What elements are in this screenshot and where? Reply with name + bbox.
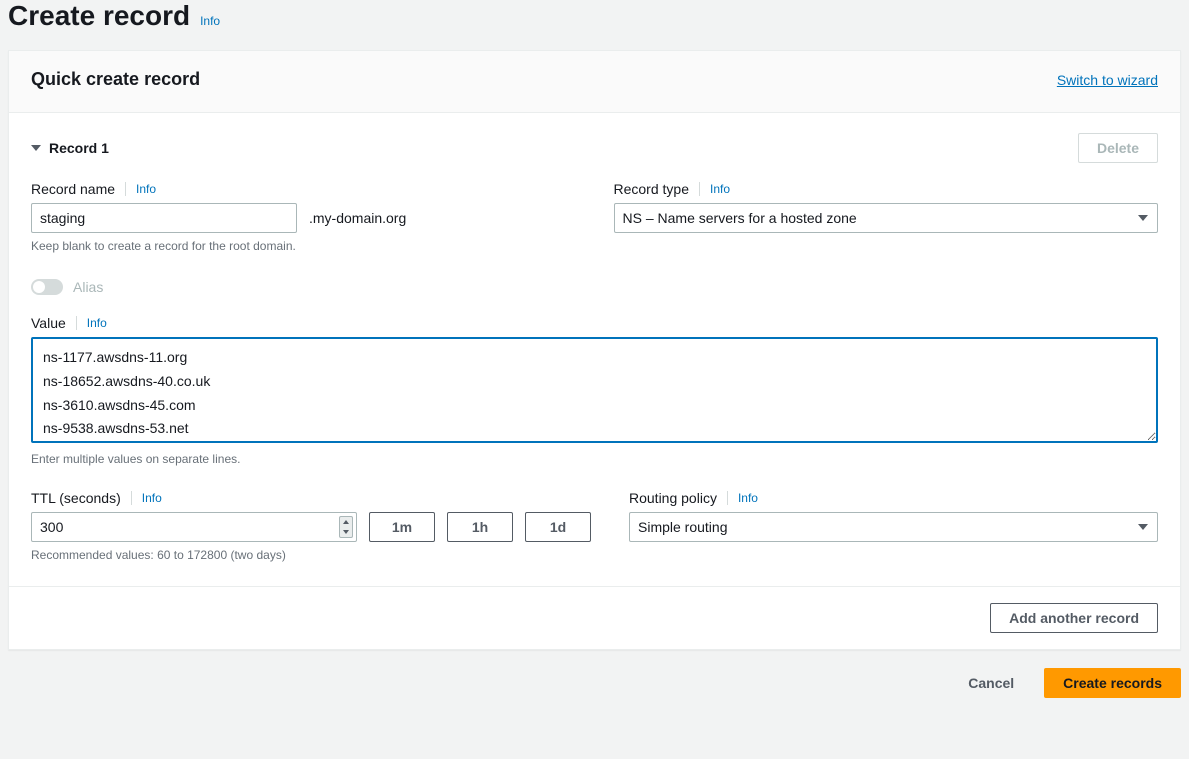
divider: [76, 316, 77, 330]
divider: [699, 182, 700, 196]
record-name-label: Record name: [31, 181, 115, 197]
ttl-input[interactable]: [31, 512, 357, 542]
divider: [125, 182, 126, 196]
value-textarea[interactable]: [31, 337, 1158, 443]
ttl-1d-button[interactable]: 1d: [525, 512, 591, 542]
alias-row: Alias: [31, 279, 1158, 295]
record-name-info-link[interactable]: Info: [136, 182, 156, 196]
record-type-field: Record type Info NS – Name servers for a…: [614, 181, 1159, 253]
value-label: Value: [31, 315, 66, 331]
row-name-type: Record name Info .my-domain.org Keep bla…: [31, 181, 1158, 253]
panel-title: Quick create record: [31, 69, 200, 90]
page-actions: Cancel Create records: [0, 650, 1189, 710]
page-title: Create record: [8, 0, 190, 32]
ttl-label: TTL (seconds): [31, 490, 121, 506]
record-type-select[interactable]: NS – Name servers for a hosted zone: [614, 203, 1159, 233]
spinner-up-icon[interactable]: [340, 517, 352, 527]
add-another-record-button[interactable]: Add another record: [990, 603, 1158, 633]
panel-body: Record 1 Delete Record name Info .my-dom…: [9, 113, 1180, 586]
caret-down-icon: [31, 145, 41, 151]
alias-toggle[interactable]: [31, 279, 63, 295]
domain-suffix: .my-domain.org: [309, 210, 406, 226]
page-title-info-link[interactable]: Info: [200, 14, 220, 28]
divider: [727, 491, 728, 505]
quick-create-panel: Quick create record Switch to wizard Rec…: [8, 50, 1181, 650]
record-name-field: Record name Info .my-domain.org Keep bla…: [31, 181, 576, 253]
spinner-down-icon[interactable]: [340, 527, 352, 537]
divider: [131, 491, 132, 505]
panel-footer: Add another record: [9, 586, 1180, 649]
record-name-input[interactable]: [31, 203, 297, 233]
value-field: Value Info Enter multiple values on sepa…: [31, 315, 1158, 466]
switch-to-wizard-link[interactable]: Switch to wizard: [1057, 72, 1158, 88]
value-info-link[interactable]: Info: [87, 316, 107, 330]
create-records-button[interactable]: Create records: [1044, 668, 1181, 698]
record-header-row: Record 1 Delete: [31, 133, 1158, 163]
value-help: Enter multiple values on separate lines.: [31, 452, 1158, 466]
cancel-button[interactable]: Cancel: [950, 668, 1032, 698]
routing-label: Routing policy: [629, 490, 717, 506]
ttl-1h-button[interactable]: 1h: [447, 512, 513, 542]
page-header: Create record Info: [0, 0, 1189, 50]
record-type-info-link[interactable]: Info: [710, 182, 730, 196]
ttl-spinner[interactable]: [339, 516, 353, 538]
routing-info-link[interactable]: Info: [738, 491, 758, 505]
record-name-help: Keep blank to create a record for the ro…: [31, 239, 576, 253]
record-type-label: Record type: [614, 181, 689, 197]
ttl-1m-button[interactable]: 1m: [369, 512, 435, 542]
record-collapse-toggle[interactable]: Record 1: [31, 140, 109, 156]
routing-policy-field: Routing policy Info Simple routing: [629, 490, 1158, 562]
ttl-field: TTL (seconds) Info 1m 1h 1d: [31, 490, 591, 562]
routing-policy-select[interactable]: Simple routing: [629, 512, 1158, 542]
delete-button: Delete: [1078, 133, 1158, 163]
row-ttl-routing: TTL (seconds) Info 1m 1h 1d: [31, 490, 1158, 562]
panel-header: Quick create record Switch to wizard: [9, 51, 1180, 113]
ttl-help: Recommended values: 60 to 172800 (two da…: [31, 548, 591, 562]
alias-label: Alias: [73, 279, 103, 295]
record-header-label: Record 1: [49, 140, 109, 156]
ttl-info-link[interactable]: Info: [142, 491, 162, 505]
